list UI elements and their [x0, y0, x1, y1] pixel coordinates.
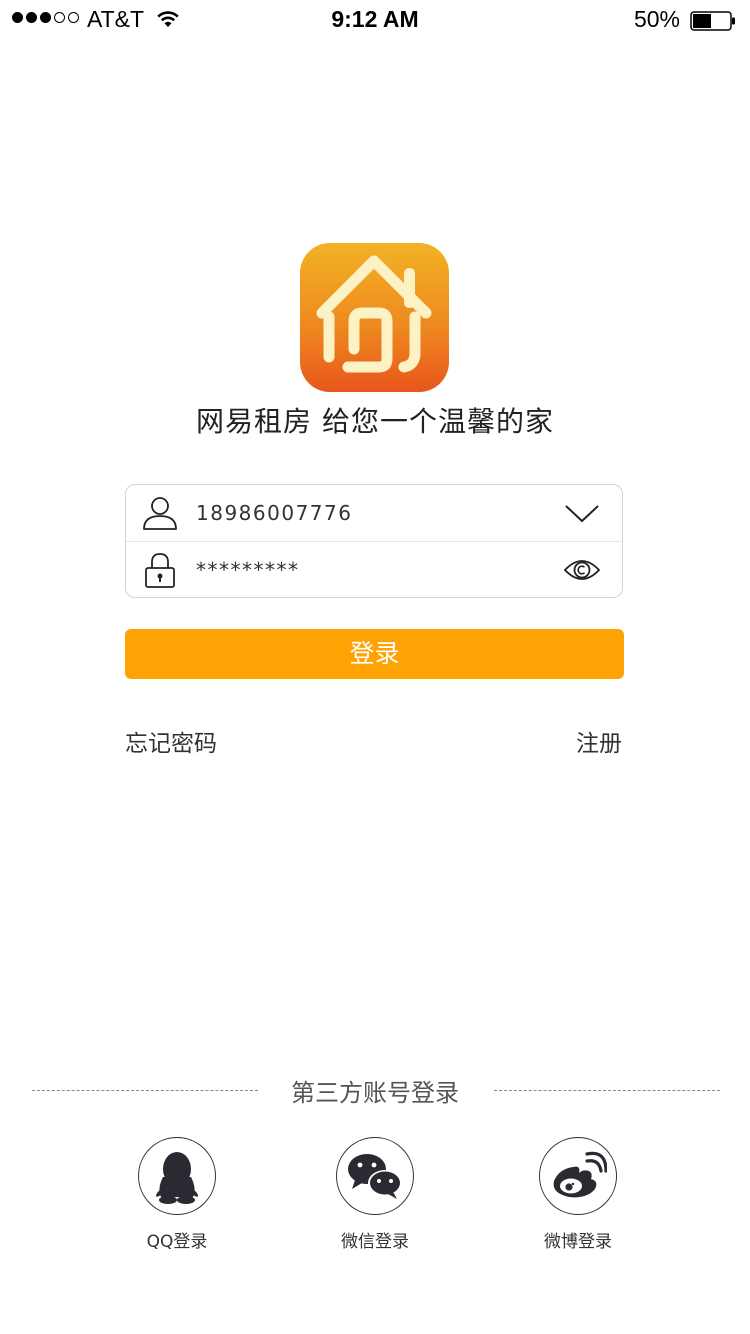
eye-icon[interactable] [563, 554, 601, 586]
wechat-login-label: 微信登录 [341, 1232, 409, 1252]
password-input[interactable]: ********* [196, 542, 300, 598]
login-button[interactable]: 登录 [125, 629, 624, 679]
password-row: ********* [126, 542, 622, 598]
register-link[interactable]: 注册 [576, 724, 622, 758]
phone-input[interactable]: 18986007776 [196, 485, 352, 541]
app-slogan: 网易租房 给您一个温馨的家 [196, 405, 554, 438]
battery-icon [690, 10, 736, 31]
weibo-icon[interactable] [539, 1137, 617, 1215]
app-logo [300, 243, 449, 392]
chevron-down-icon[interactable] [564, 497, 600, 529]
qq-login-button[interactable]: QQ登录 [107, 1137, 247, 1252]
login-form: 18986007776 ********* [125, 484, 623, 598]
wechat-icon[interactable] [336, 1137, 414, 1215]
weibo-login-button[interactable]: 微博登录 [508, 1137, 648, 1252]
battery-percentage: 50% [633, 6, 680, 32]
wechat-login-button[interactable]: 微信登录 [305, 1137, 445, 1252]
weibo-login-label: 微博登录 [544, 1232, 612, 1252]
user-icon [142, 495, 178, 531]
divider-right [494, 1090, 720, 1091]
phone-row: 18986007776 [126, 485, 622, 542]
forgot-password-link[interactable]: 忘记密码 [125, 724, 217, 758]
qq-icon[interactable] [138, 1137, 216, 1215]
qq-login-label: QQ登录 [146, 1232, 208, 1252]
house-logo-icon [300, 243, 449, 392]
status-bar: AT&T 9:12 AM 50% [0, 0, 750, 40]
lock-icon [142, 552, 178, 588]
